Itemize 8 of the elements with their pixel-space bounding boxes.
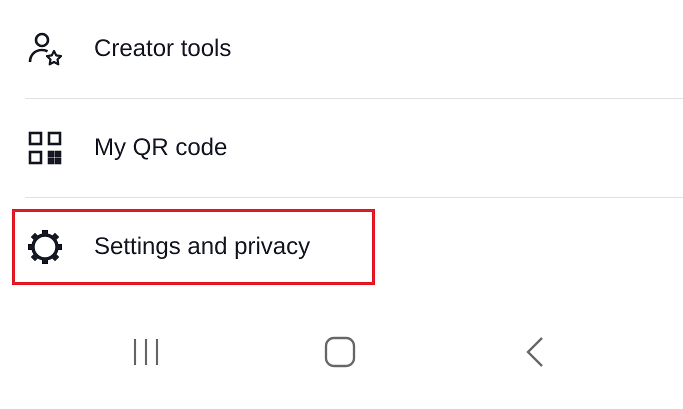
qr-code-icon xyxy=(28,131,62,165)
home-icon[interactable] xyxy=(324,336,356,368)
menu-item[interactable]: Settings and privacy xyxy=(12,209,375,285)
person-star-icon xyxy=(27,31,63,67)
back-icon[interactable] xyxy=(525,336,546,368)
gear-icon xyxy=(26,228,64,266)
menu-item[interactable]: Creator tools xyxy=(12,11,375,87)
menu-item[interactable]: My QR code xyxy=(12,110,375,186)
